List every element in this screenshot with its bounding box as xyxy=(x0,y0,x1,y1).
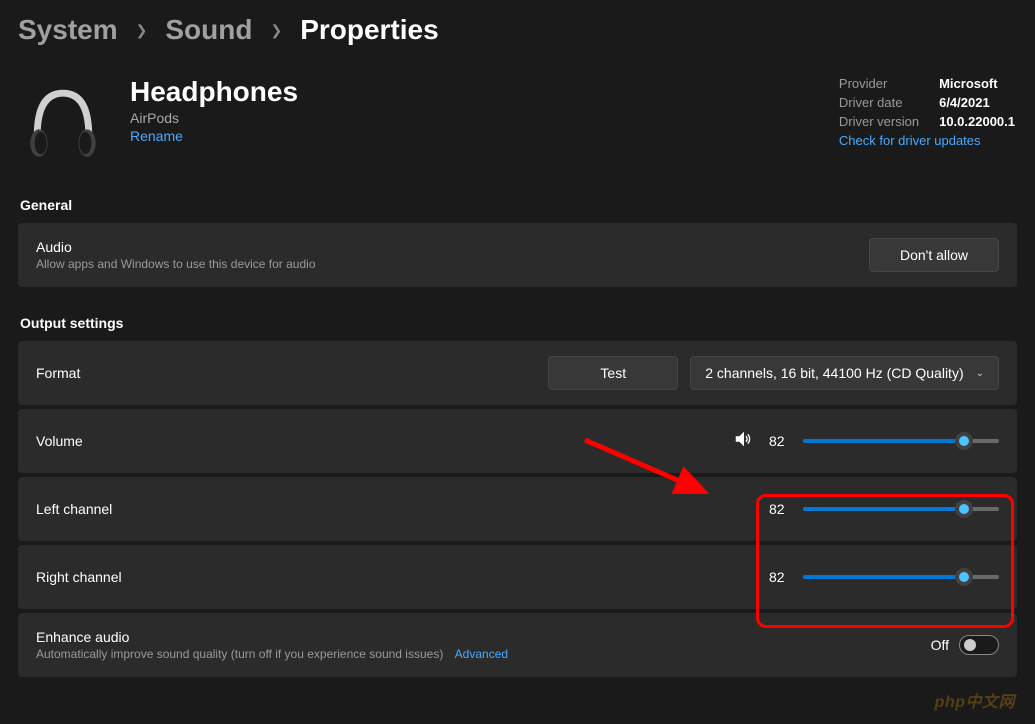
format-card: Format Test 2 channels, 16 bit, 44100 Hz… xyxy=(18,341,1017,405)
left-channel-label: Left channel xyxy=(36,501,112,517)
driver-date-value: 6/4/2021 xyxy=(939,95,1015,110)
advanced-link[interactable]: Advanced xyxy=(455,647,508,661)
right-channel-label: Right channel xyxy=(36,569,122,585)
device-block: Headphones AirPods Rename xyxy=(20,76,298,167)
volume-card: Volume 82 xyxy=(18,409,1017,473)
right-value: 82 xyxy=(769,569,789,585)
driver-info: Provider Microsoft Driver date 6/4/2021 … xyxy=(839,76,1015,148)
driver-version-value: 10.0.22000.1 xyxy=(939,114,1015,129)
chevron-right-icon: ❯ xyxy=(136,22,148,39)
enhance-card: Enhance audio Automatically improve soun… xyxy=(18,613,1017,677)
audio-desc: Allow apps and Windows to use this devic… xyxy=(36,257,316,271)
watermark: php中文网 xyxy=(935,688,1015,712)
format-dropdown[interactable]: 2 channels, 16 bit, 44100 Hz (CD Quality… xyxy=(690,356,999,390)
right-channel-card: Right channel 82 xyxy=(18,545,1017,609)
driver-date-label: Driver date xyxy=(839,95,919,110)
section-general: General xyxy=(18,197,1017,213)
test-button[interactable]: Test xyxy=(548,356,678,390)
breadcrumb-properties: Properties xyxy=(300,14,439,46)
enhance-toggle[interactable] xyxy=(959,635,999,655)
device-info: Headphones AirPods Rename xyxy=(130,76,298,144)
right-slider[interactable] xyxy=(803,567,999,587)
chevron-right-icon: ❯ xyxy=(270,22,282,39)
audio-title: Audio xyxy=(36,239,316,255)
check-updates-link[interactable]: Check for driver updates xyxy=(839,133,1015,148)
left-slider[interactable] xyxy=(803,499,999,519)
headphones-icon xyxy=(20,76,106,167)
format-value: 2 channels, 16 bit, 44100 Hz (CD Quality… xyxy=(705,365,963,381)
speaker-icon[interactable] xyxy=(733,428,755,455)
toggle-label: Off xyxy=(931,637,949,653)
volume-value: 82 xyxy=(769,433,789,449)
device-header: Headphones AirPods Rename Provider Micro… xyxy=(18,76,1017,167)
format-label: Format xyxy=(36,365,80,381)
provider-value: Microsoft xyxy=(939,76,1015,91)
volume-label: Volume xyxy=(36,433,83,449)
volume-slider[interactable] xyxy=(803,431,999,451)
enhance-title: Enhance audio xyxy=(36,629,508,645)
section-output: Output settings xyxy=(18,315,1017,331)
driver-version-label: Driver version xyxy=(839,114,919,129)
breadcrumb-sound[interactable]: Sound xyxy=(165,14,252,46)
provider-label: Provider xyxy=(839,76,919,91)
rename-link[interactable]: Rename xyxy=(130,128,298,144)
audio-card: Audio Allow apps and Windows to use this… xyxy=(18,223,1017,287)
chevron-down-icon: ⌄ xyxy=(976,368,984,379)
device-title: Headphones xyxy=(130,76,298,108)
left-channel-card: Left channel 82 xyxy=(18,477,1017,541)
breadcrumb: System ❯ Sound ❯ Properties xyxy=(18,14,1017,46)
enhance-desc: Automatically improve sound quality (tur… xyxy=(36,647,508,661)
breadcrumb-system[interactable]: System xyxy=(18,14,118,46)
dont-allow-button[interactable]: Don't allow xyxy=(869,238,999,272)
device-subtitle: AirPods xyxy=(130,110,298,126)
left-value: 82 xyxy=(769,501,789,517)
